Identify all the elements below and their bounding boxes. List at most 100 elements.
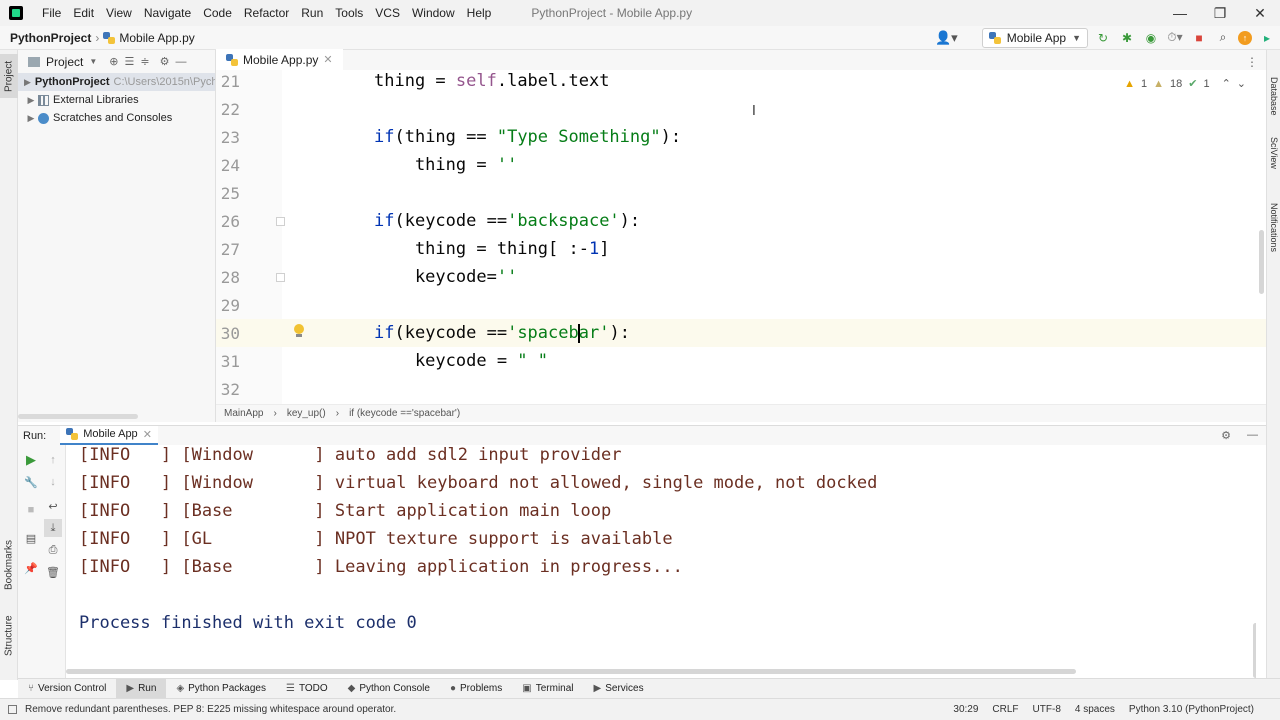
chevron-right-icon[interactable]: ▶ (24, 95, 38, 106)
rerun-icon[interactable]: ↻ (1094, 29, 1112, 47)
console-horizontal-scrollbar[interactable] (66, 669, 1076, 674)
run-tab-mobile-app[interactable]: Mobile App ✕ (60, 425, 158, 446)
tree-item-label: External Libraries (53, 94, 139, 106)
tool-problems[interactable]: ● Problems (440, 679, 512, 699)
breadcrumb-project[interactable]: PythonProject (10, 31, 91, 45)
editor-vertical-scrollbar[interactable] (1259, 230, 1264, 294)
arrow-up-icon[interactable]: ↑ (44, 451, 62, 469)
jetbrains-icon[interactable]: ▸ (1258, 29, 1276, 47)
menu-refactor[interactable]: Refactor (238, 0, 295, 26)
code-line: 25 (216, 179, 1266, 207)
search-icon[interactable]: ⌕ (1214, 29, 1232, 47)
breadcrumb-file[interactable]: Mobile App.py (103, 31, 195, 45)
chevron-down-icon[interactable]: ▼ (89, 57, 97, 66)
console-vertical-scrollbar[interactable] (1253, 623, 1256, 678)
tool-version-control[interactable]: ⑂ Version Control (18, 679, 116, 699)
database-tool-tab[interactable]: Database (1267, 72, 1280, 120)
scroll-to-end-icon[interactable]: ⤓ (44, 519, 62, 537)
run-configuration-selector[interactable]: Mobile App ▼ (981, 27, 1088, 48)
collapse-all-icon[interactable]: ≑ (140, 55, 149, 68)
tree-item-external-libraries[interactable]: ▶ External Libraries (18, 91, 215, 109)
indent-setting[interactable]: 4 spaces (1075, 704, 1115, 715)
menu-window[interactable]: Window (406, 0, 461, 26)
close-button[interactable]: ✕ (1240, 0, 1280, 26)
tree-item-project[interactable]: ▶ PythonProject C:\Users\2015n\Pych (18, 73, 215, 91)
project-horizontal-scrollbar[interactable] (18, 414, 138, 419)
close-tab-icon[interactable]: ✕ (323, 53, 332, 66)
line-number: 29 (220, 295, 240, 315)
breadcrumb-method[interactable]: key_up() (287, 408, 326, 419)
layout-icon[interactable]: ▤ (22, 529, 40, 547)
close-tab-icon[interactable]: ✕ (143, 428, 152, 441)
project-panel-title[interactable]: Project (46, 55, 83, 69)
tool-services[interactable]: ▶ Services (584, 679, 654, 699)
terminal-icon: ▣ (522, 683, 532, 694)
wrench-icon[interactable]: 🔧 (22, 473, 40, 491)
menu-view[interactable]: View (100, 0, 138, 26)
fold-marker[interactable] (276, 273, 285, 282)
maximize-button[interactable]: ❐ (1200, 0, 1240, 26)
menu-vcs[interactable]: VCS (369, 0, 406, 26)
line-number: 21 (220, 71, 240, 91)
tool-todo[interactable]: ☰ TODO (276, 679, 338, 699)
profile-icon[interactable]: ⏱▾ (1166, 29, 1184, 47)
gear-icon[interactable]: ⚙ (160, 55, 170, 68)
trash-icon[interactable]: 🗑 (44, 563, 62, 581)
menu-navigate[interactable]: Navigate (138, 0, 197, 26)
bookmarks-tool-tab[interactable]: Bookmarks (0, 536, 18, 594)
menu-run[interactable]: Run (295, 0, 329, 26)
structure-tool-tab[interactable]: Structure (0, 610, 18, 662)
pin-icon[interactable]: 📌 (22, 559, 40, 577)
menu-help[interactable]: Help (461, 0, 498, 26)
notifications-tool-tab[interactable]: Notifications (1267, 190, 1280, 266)
line-separator[interactable]: CRLF (992, 704, 1018, 715)
tool-run[interactable]: ▶ Run (116, 678, 167, 699)
minimize-button[interactable]: — (1160, 0, 1200, 26)
debug-icon[interactable]: ✱ (1118, 29, 1136, 47)
code-editor[interactable]: ▲ 1 ▲ 18 ✔ 1 ⌃ ⌄ 21 thing = self.label.t… (216, 70, 1266, 404)
updates-icon[interactable]: ↑ (1238, 30, 1252, 45)
gear-icon[interactable]: ⚙ (1221, 429, 1231, 442)
python-interpreter[interactable]: Python 3.10 (PythonProject) (1129, 704, 1254, 715)
main-toolbar: 👤▾ Mobile App ▼ ↻ ✱ ◉ ⏱▾ ■ ⌕ ↑ ▸ (935, 27, 1280, 48)
hide-icon[interactable]: — (1247, 429, 1258, 442)
status-message[interactable]: Remove redundant parentheses. PEP 8: E22… (8, 704, 396, 715)
caret-position[interactable]: 30:29 (953, 704, 978, 715)
sciview-tool-tab[interactable]: SciView (1267, 130, 1280, 176)
code-text: keycode = " " (374, 351, 549, 371)
stop-icon[interactable]: ■ (22, 501, 40, 519)
chevron-right-icon[interactable]: ▶ (24, 77, 31, 88)
hide-icon[interactable]: — (175, 56, 186, 68)
project-tool-tab[interactable]: Project (0, 54, 18, 98)
more-icon[interactable]: ⋮ (1246, 55, 1258, 69)
user-icon[interactable]: 👤▾ (935, 30, 958, 46)
code-line: 31 keycode = " " (216, 347, 1266, 375)
status-bar: Remove redundant parentheses. PEP 8: E22… (0, 698, 1280, 720)
chevron-right-icon[interactable]: ▶ (24, 113, 38, 124)
coverage-icon[interactable]: ◉ (1142, 29, 1160, 47)
tool-terminal[interactable]: ▣ Terminal (512, 679, 583, 699)
lightbulb-icon[interactable] (293, 324, 305, 338)
file-encoding[interactable]: UTF-8 (1033, 704, 1061, 715)
arrow-down-icon[interactable]: ↓ (44, 473, 62, 491)
menu-tools[interactable]: Tools (329, 0, 369, 26)
fold-marker[interactable] (276, 217, 285, 226)
run-console[interactable]: [INFO ] [Window ] auto add sdl2 input pr… (66, 445, 1256, 680)
breadcrumb-class[interactable]: MainApp (224, 408, 263, 419)
stop-icon[interactable]: ■ (1190, 29, 1208, 47)
soft-wrap-icon[interactable]: ↩ (44, 497, 62, 515)
expand-all-icon[interactable]: ☰ (125, 55, 135, 68)
code-line: 32 (216, 375, 1266, 403)
breadcrumb-statement[interactable]: if (keycode =='spacebar') (349, 408, 460, 419)
code-text: if(keycode =='backspace'): (374, 211, 641, 231)
tool-window-bar: ⑂ Version Control ▶ Run ◈ Python Package… (18, 678, 1280, 699)
tree-item-scratches[interactable]: ▶ Scratches and Consoles (18, 109, 215, 127)
menu-code[interactable]: Code (197, 0, 238, 26)
tool-python-packages[interactable]: ◈ Python Packages (166, 679, 276, 699)
menu-file[interactable]: File (36, 0, 67, 26)
print-icon[interactable]: ⎙ (44, 541, 62, 559)
tool-python-console[interactable]: ◆ Python Console (338, 679, 440, 699)
locate-icon[interactable]: ⊕ (109, 55, 118, 68)
run-icon[interactable]: ▶ (22, 451, 40, 469)
menu-edit[interactable]: Edit (67, 0, 100, 26)
